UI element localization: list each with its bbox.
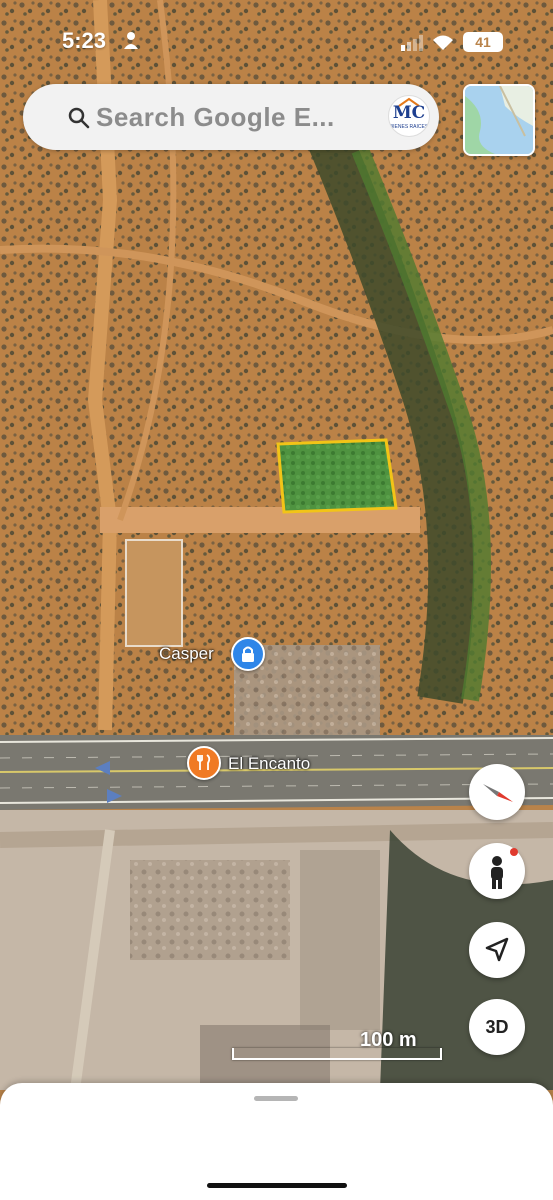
sheet-grabber[interactable] (254, 1096, 298, 1101)
scale-bar (232, 1048, 442, 1060)
search-input[interactable]: Search Google E... (96, 102, 335, 133)
status-time: 5:23 (62, 28, 107, 53)
avatar-text: MC (392, 103, 426, 123)
compass-icon (483, 784, 513, 802)
search-bar[interactable]: Search Google E... MC BIENES RAICES (23, 84, 439, 150)
pegman-icon (491, 848, 518, 889)
battery-level: 41 (475, 34, 491, 50)
account-avatar[interactable]: MC BIENES RAICES (388, 95, 430, 137)
battery-icon: 41 (463, 32, 503, 52)
search-icon[interactable] (67, 106, 91, 130)
person-icon (124, 31, 138, 49)
status-icons: 41 (401, 31, 511, 55)
map-layers-button[interactable] (463, 84, 535, 156)
wifi-icon (431, 33, 455, 56)
restaurant-icon[interactable] (187, 746, 221, 780)
home-indicator (207, 1183, 347, 1188)
street-view-button[interactable] (469, 843, 525, 899)
poi-label-el-encanto[interactable]: El Encanto (228, 754, 310, 774)
avatar-subtext: BIENES RAICES (389, 124, 429, 130)
status-bar: 5:23 41 (0, 22, 553, 62)
3d-toggle-button[interactable]: 3D (469, 999, 525, 1055)
cellular-signal-icon (401, 35, 423, 56)
compass-button[interactable] (469, 764, 525, 820)
poi-label-casper[interactable]: Casper (159, 644, 214, 664)
lock-icon[interactable] (231, 637, 265, 671)
navigation-arrow-icon (485, 937, 509, 962)
my-location-button[interactable] (469, 922, 525, 978)
bottom-sheet[interactable] (0, 1083, 553, 1200)
